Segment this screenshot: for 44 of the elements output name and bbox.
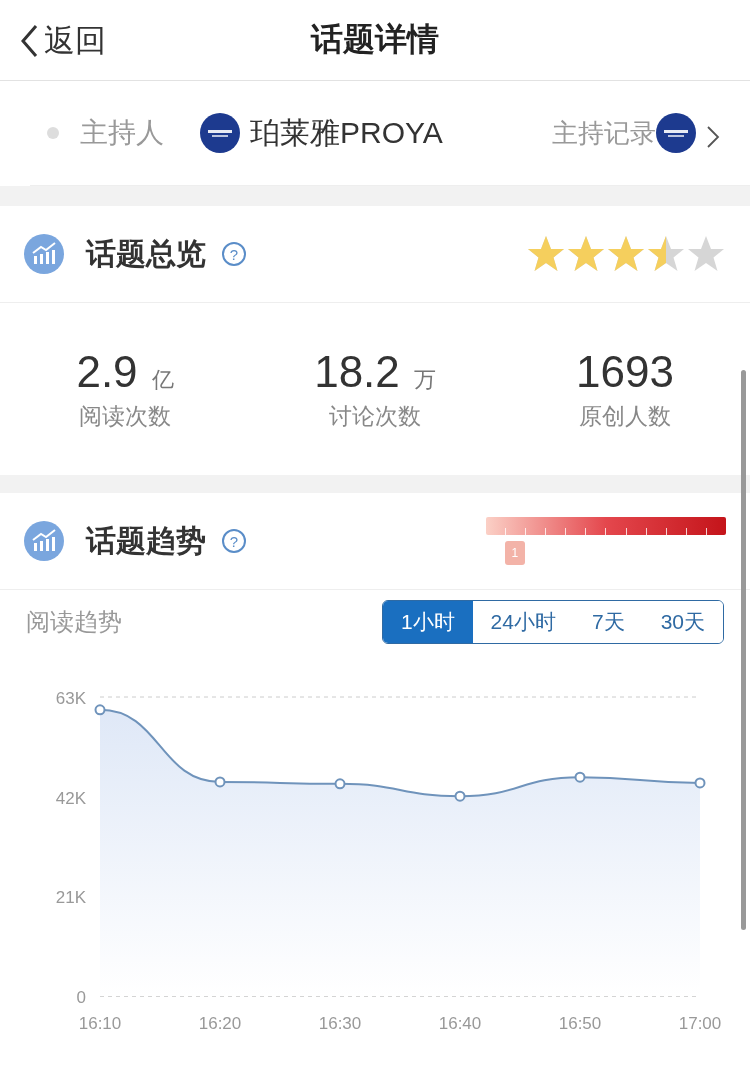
x-axis-label: 16:40: [438, 1014, 482, 1033]
data-point: [694, 777, 706, 789]
data-point: [574, 771, 586, 783]
chart-title: 阅读趋势: [26, 607, 122, 637]
stat-value: 2.9: [76, 346, 138, 397]
y-axis-label: 42K: [55, 788, 86, 808]
chart-icon: [24, 521, 64, 561]
stat-value: 18.2: [314, 346, 400, 397]
help-button[interactable]: ?: [222, 529, 246, 553]
time-range-tab[interactable]: 1小时: [382, 601, 473, 643]
host-record-link[interactable]: 主持记录: [552, 115, 656, 151]
x-axis-label: 16:30: [318, 1014, 362, 1033]
stat-label: 讨论次数: [329, 401, 421, 431]
page-title: 话题详情: [311, 20, 439, 59]
x-axis-label: 17:00: [678, 1014, 722, 1033]
stat-label: 阅读次数: [79, 401, 171, 431]
section-title: 话题趋势: [86, 522, 206, 559]
chart-icon: [24, 234, 64, 274]
stat-label: 原创人数: [579, 401, 671, 431]
heat-marker: 1: [504, 541, 525, 565]
stat-unit: 万: [413, 365, 436, 394]
dot-icon: [46, 126, 60, 140]
data-point: [94, 704, 106, 716]
y-axis-label: 63K: [55, 689, 86, 708]
data-point: [334, 778, 346, 790]
data-point: [214, 776, 226, 788]
avatar-icon: [200, 113, 240, 153]
y-axis-label: 0: [76, 988, 86, 1007]
chevron-right-icon: [706, 125, 720, 149]
stat-value: 1693: [576, 346, 674, 397]
back-button[interactable]: 返回: [20, 20, 106, 62]
scrollbar[interactable]: [741, 370, 746, 930]
avatar-icon: [656, 113, 696, 153]
help-button[interactable]: ?: [222, 242, 246, 266]
host-name[interactable]: 珀莱雅PROYA: [250, 112, 443, 154]
x-axis-label: 16:50: [558, 1014, 602, 1033]
section-title: 话题总览: [86, 235, 206, 272]
data-point: [454, 790, 466, 802]
y-axis-label: 21K: [55, 888, 86, 908]
x-axis-label: 16:10: [78, 1014, 122, 1033]
back-icon: [20, 24, 38, 58]
x-axis-label: 16:20: [198, 1014, 242, 1033]
host-label: 主持人: [80, 116, 164, 150]
stat-unit: 亿: [151, 365, 174, 394]
